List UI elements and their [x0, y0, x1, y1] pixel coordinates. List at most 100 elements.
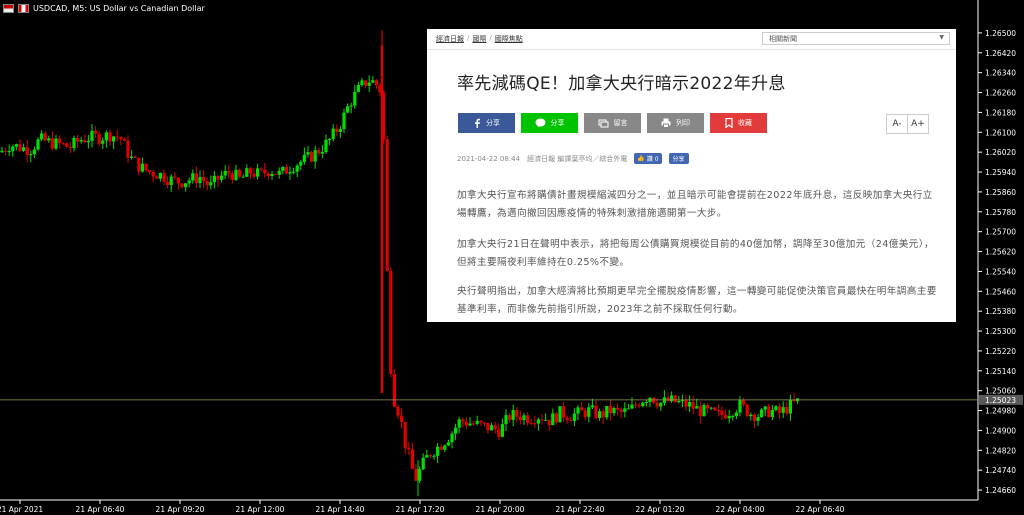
candle [36, 137, 40, 151]
candle-body [241, 176, 245, 178]
candle [443, 444, 447, 453]
candle-body [238, 169, 242, 177]
price-tick-label: 1.24980 [985, 407, 1016, 416]
candle [281, 166, 285, 174]
candle [410, 442, 414, 469]
candle-body [0, 150, 4, 153]
candle [277, 167, 281, 179]
candle [738, 395, 742, 417]
time-tick-label: 22 Apr 06:40 [796, 505, 845, 514]
candle [673, 394, 677, 404]
candle [583, 407, 587, 421]
candle [338, 126, 342, 139]
candle [58, 135, 62, 149]
candle-body [209, 182, 213, 186]
comment-button[interactable]: 留言 [584, 113, 641, 133]
candle-body [281, 166, 285, 171]
breadcrumb-item[interactable]: 國際焦點 [495, 34, 523, 44]
candle [187, 177, 191, 188]
candle-body [72, 137, 76, 149]
facebook-like-button[interactable]: 👍 讚 0 [634, 153, 662, 164]
candle-body [706, 404, 710, 409]
candle-body [144, 163, 148, 171]
article-date: 2021-04-22 08:44 [457, 154, 521, 163]
candle [14, 143, 18, 151]
candle [770, 405, 774, 421]
candle [76, 134, 80, 148]
bookmark-button[interactable]: 收藏 [710, 113, 767, 133]
related-news-select[interactable]: 相關新聞 ▼ [762, 32, 950, 45]
candle [43, 131, 47, 142]
candle-body [421, 457, 425, 470]
candle [18, 139, 22, 152]
candle-body [544, 419, 548, 421]
candle [446, 439, 450, 447]
candle-body [94, 130, 98, 134]
candle-body [781, 407, 785, 413]
candle-body [734, 412, 738, 416]
candle-body [594, 405, 598, 418]
price-tick-label: 1.25940 [985, 168, 1016, 177]
breadcrumb-item[interactable]: 經濟日報 [436, 34, 464, 44]
candle-body [454, 427, 458, 434]
candle [432, 453, 436, 460]
facebook-share-button[interactable]: 分享 [458, 113, 515, 133]
candle-body [500, 424, 504, 437]
candle-body [446, 442, 450, 446]
candle [623, 402, 627, 418]
candle [252, 168, 256, 179]
candle-body [504, 415, 508, 425]
candle-body [511, 409, 515, 420]
candle [212, 171, 216, 189]
candle-body [148, 170, 152, 173]
time-tick-label: 21 Apr 2021 [0, 505, 43, 514]
candle-body [61, 143, 65, 145]
candle [119, 136, 123, 146]
candle [335, 124, 339, 137]
font-smaller-button[interactable]: A- [886, 114, 908, 134]
candle [616, 403, 620, 416]
candle-body [727, 415, 731, 419]
price-tick-label: 1.26420 [985, 49, 1016, 58]
candle [288, 166, 292, 180]
candle-body [634, 404, 638, 406]
candle-body [68, 147, 72, 149]
candle-body [335, 128, 339, 132]
candle-body [151, 172, 155, 177]
candle [698, 401, 702, 424]
chevron-down-icon: ▼ [939, 34, 944, 41]
print-button[interactable]: 列印 [647, 113, 704, 133]
candle [619, 407, 623, 418]
candle-body [324, 139, 328, 152]
facebook-share-small-button[interactable]: 分享 [668, 153, 689, 164]
font-larger-button[interactable]: A+ [907, 114, 929, 134]
candle [515, 407, 519, 423]
candle-body [691, 402, 695, 409]
candle [454, 423, 458, 441]
share-label: 分享 [486, 119, 500, 127]
candle [421, 453, 425, 471]
candle [637, 402, 641, 409]
candle-body [598, 411, 602, 418]
candle-body [436, 446, 440, 456]
candle-body [756, 416, 760, 421]
candle [608, 399, 612, 421]
candle [90, 123, 94, 148]
candle [162, 169, 166, 185]
candle [400, 408, 404, 429]
candle-body [295, 165, 299, 172]
like-label: 讚 0 [646, 156, 659, 163]
breadcrumb-item[interactable]: 國際 [472, 34, 486, 44]
candle-body [83, 140, 87, 143]
candle-body [490, 425, 494, 431]
candle [464, 417, 468, 429]
line-share-button[interactable]: 分享 [521, 113, 578, 133]
candle-body [695, 406, 699, 409]
candle-body [572, 413, 576, 421]
candle [328, 137, 332, 146]
candle [29, 150, 33, 163]
candle-body [101, 140, 105, 144]
candle-body [76, 137, 80, 142]
candle [65, 142, 69, 148]
candle-body [590, 405, 594, 408]
